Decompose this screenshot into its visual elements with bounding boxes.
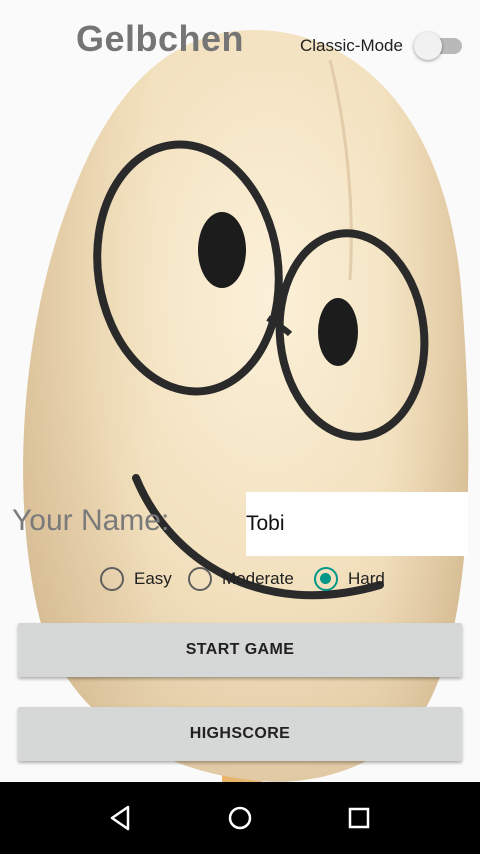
switch-thumb [414, 32, 442, 60]
navigation-bar [0, 782, 480, 854]
radio-label-moderate: Moderate [222, 569, 294, 588]
app-title: Gelbchen [76, 18, 245, 59]
your-name-label: Your Name: [12, 504, 170, 537]
classic-mode-switch[interactable] [414, 29, 466, 61]
start-game-button[interactable]: START GAME [18, 623, 462, 677]
radio-hard[interactable]: Hard [314, 563, 385, 595]
name-input[interactable] [246, 492, 468, 556]
radio-circle-easy [100, 567, 124, 591]
radio-circle-moderate [188, 567, 212, 591]
classic-mode-label: Classic-Mode [300, 36, 403, 55]
recents-icon[interactable] [339, 798, 379, 838]
main-screen: Gelbchen Classic-Mode Your Name: Easy Mo… [0, 0, 480, 854]
home-icon[interactable] [220, 798, 260, 838]
radio-label-easy: Easy [134, 569, 172, 588]
highscore-button[interactable]: HIGHSCORE [18, 707, 462, 761]
radio-moderate[interactable]: Moderate [188, 563, 294, 595]
back-icon[interactable] [100, 798, 140, 838]
radio-label-hard: Hard [348, 569, 385, 588]
radio-circle-hard [314, 567, 338, 591]
radio-easy[interactable]: Easy [100, 563, 172, 595]
